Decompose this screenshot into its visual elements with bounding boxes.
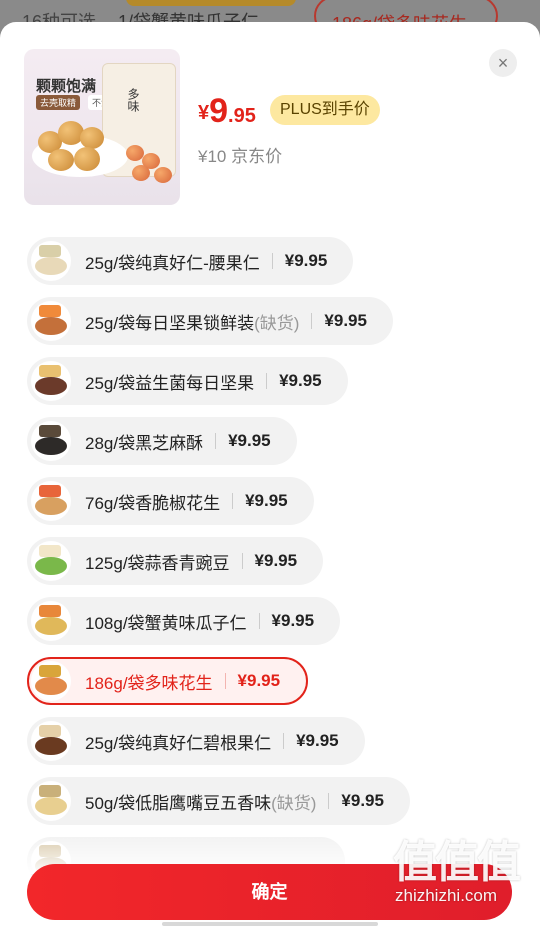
variant-thumbnail bbox=[31, 781, 71, 821]
variant-thumbnail bbox=[31, 421, 71, 461]
divider bbox=[266, 373, 268, 389]
variant-chip[interactable]: 50g/袋低脂鹰嘴豆五香味 (缺货) ¥9.95 bbox=[27, 777, 410, 825]
variant-thumbnail bbox=[31, 361, 71, 401]
out-of-stock-label: (缺货) bbox=[254, 313, 300, 333]
divider bbox=[215, 433, 217, 449]
variant-chip[interactable]: 108g/袋蟹黄味瓜子仁 ¥9.95 bbox=[27, 597, 341, 645]
watermark: 值值值 zhizhizhi.com bbox=[393, 826, 533, 926]
home-indicator bbox=[162, 922, 378, 926]
divider bbox=[224, 673, 226, 689]
variant-thumbnail bbox=[31, 241, 71, 281]
divider bbox=[241, 553, 243, 569]
variant-price: ¥9.95 bbox=[341, 791, 384, 810]
variant-thumbnail bbox=[31, 601, 71, 641]
watermark-url: zhizhizhi.com bbox=[395, 886, 498, 905]
variant-chip[interactable]: 25g/袋每日坚果锁鲜装 (缺货) ¥9.95 bbox=[27, 297, 393, 345]
background-badge bbox=[126, 0, 296, 6]
variant-name: 50g/袋低脂鹰嘴豆五香味 bbox=[85, 793, 272, 813]
variant-chip-selected[interactable]: 186g/袋多味花生 ¥9.95 bbox=[27, 657, 309, 705]
variant-price: ¥9.95 bbox=[254, 551, 298, 570]
variant-name: 186g/袋多味花生 bbox=[85, 673, 213, 693]
variant-price: ¥9.95 bbox=[237, 671, 281, 690]
variant-price: ¥9.95 bbox=[296, 731, 339, 750]
out-of-stock-label: (缺货) bbox=[271, 793, 317, 813]
variant-selection-sheet: 颗颗饱满 去壳取精 不油腻 多味 ¥9.95 PLUS到手价 ¥10 京东价 ×… bbox=[0, 22, 540, 929]
variant-chip[interactable]: 28g/袋黑芝麻酥 ¥9.95 bbox=[27, 417, 297, 465]
variant-name: 108g/袋蟹黄味瓜子仁 bbox=[85, 613, 247, 633]
variant-name: 25g/袋纯真好仁碧根果仁 bbox=[85, 733, 272, 753]
divider bbox=[283, 733, 285, 749]
variant-price: ¥9.95 bbox=[324, 311, 367, 330]
variant-chip[interactable]: 125g/袋蒜香青豌豆 ¥9.95 bbox=[27, 537, 324, 585]
variant-price: ¥9.95 bbox=[245, 491, 288, 510]
divider bbox=[311, 313, 313, 329]
variant-price: ¥9.95 bbox=[279, 371, 322, 390]
variant-price: ¥9.95 bbox=[271, 611, 315, 630]
variant-list: 25g/袋纯真好仁-腰果仁 ¥9.95 25g/袋每日坚果锁鲜装 (缺货) ¥9.… bbox=[0, 22, 540, 929]
variant-thumbnail bbox=[31, 541, 71, 581]
variant-thumbnail bbox=[31, 721, 71, 761]
variant-name: 25g/袋每日坚果锁鲜装 bbox=[85, 313, 255, 333]
variant-name: 25g/袋纯真好仁-腰果仁 bbox=[85, 253, 260, 273]
variant-chip[interactable]: 25g/袋纯真好仁-腰果仁 ¥9.95 bbox=[27, 237, 354, 285]
variant-name: 25g/袋益生菌每日坚果 bbox=[85, 373, 255, 393]
variant-thumbnail bbox=[31, 481, 71, 521]
variant-chip[interactable]: 76g/袋香脆椒花生 ¥9.95 bbox=[27, 477, 314, 525]
variant-chip[interactable]: 25g/袋益生菌每日坚果 ¥9.95 bbox=[27, 357, 348, 405]
variant-name: 28g/袋黑芝麻酥 bbox=[85, 433, 204, 453]
variant-price: ¥9.95 bbox=[228, 431, 271, 450]
variant-chip[interactable]: 25g/袋纯真好仁碧根果仁 ¥9.95 bbox=[27, 717, 365, 765]
watermark-logo: 值值值 bbox=[393, 838, 521, 887]
variant-name: 125g/袋蒜香青豌豆 bbox=[85, 553, 230, 573]
variant-thumbnail bbox=[31, 301, 71, 341]
divider bbox=[258, 613, 260, 629]
divider bbox=[328, 793, 330, 809]
variant-price: ¥9.95 bbox=[284, 251, 328, 270]
divider bbox=[232, 493, 234, 509]
variant-thumbnail bbox=[31, 661, 71, 701]
variant-name: 76g/袋香脆椒花生 bbox=[85, 493, 221, 513]
divider bbox=[271, 253, 273, 269]
